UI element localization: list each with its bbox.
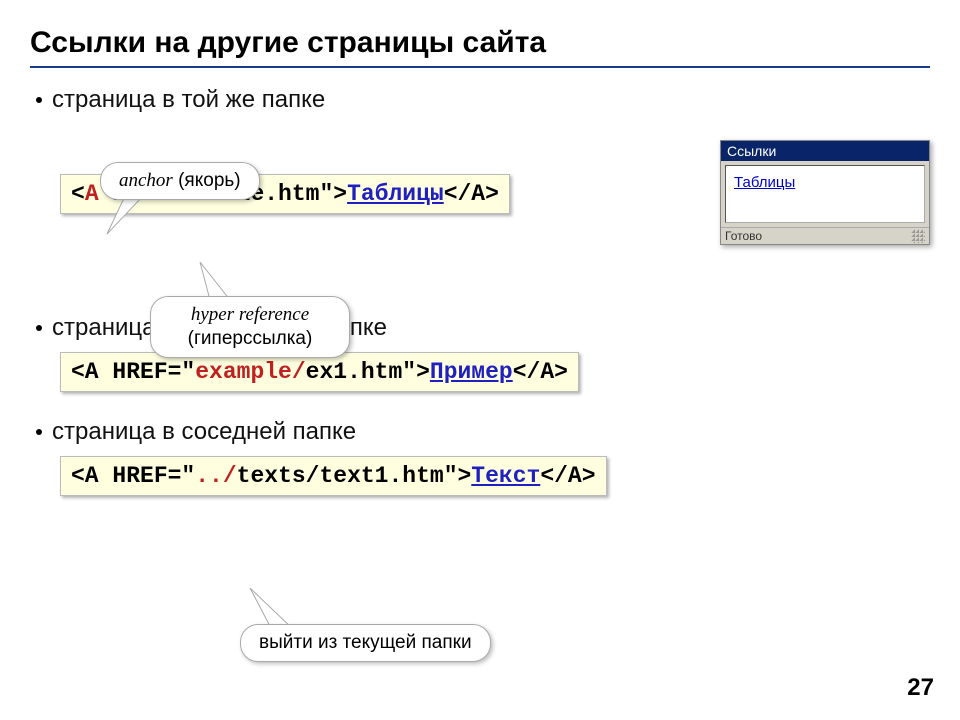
- browser-titlebar: Ссылки: [721, 141, 929, 161]
- callout-href-word: hyper reference: [169, 303, 331, 327]
- browser-statusbar: Готово: [721, 227, 929, 244]
- callout-anchor-translation: (якорь): [173, 170, 241, 191]
- code-open: <A HREF=": [71, 359, 195, 385]
- bullet-sibling-folder: страница в соседней папке: [36, 418, 930, 446]
- callout-anchor-tail-icon: [95, 196, 155, 236]
- resize-grip-icon: [911, 229, 925, 243]
- bullet-dot-icon: [36, 325, 42, 331]
- bullet-dot-icon: [36, 429, 42, 435]
- callout-dotdot-text: выйти из текущей папки: [259, 632, 472, 653]
- bullet-same-folder: страница в той же папке: [36, 86, 930, 114]
- code-close-tag: </A>: [444, 181, 499, 207]
- callout-dotdot: выйти из текущей папки: [240, 624, 491, 662]
- bullet-text: страница в соседней папке: [52, 418, 356, 446]
- code-link-text: Текст: [471, 463, 540, 489]
- code-folder-path: example/: [195, 359, 305, 385]
- code-example-3: <A HREF="../texts/text1.htm">Текст</A>: [60, 456, 607, 496]
- code-example-2: <A HREF="example/ex1.htm">Пример</A>: [60, 352, 579, 392]
- bullet-text: страница в той же папке: [52, 86, 325, 114]
- code-rest: texts/text1.htm">: [237, 463, 472, 489]
- callout-anchor-word: anchor: [119, 170, 173, 191]
- browser-status-text: Готово: [725, 229, 762, 243]
- code-link-text: Пример: [430, 359, 513, 385]
- code-dotdot: ../: [195, 463, 236, 489]
- callout-href-translation: (гиперссылка): [169, 327, 331, 351]
- bullet-dot-icon: [36, 97, 42, 103]
- page-number: 27: [907, 674, 934, 702]
- code-close-tag: </A>: [540, 463, 595, 489]
- code-open: <A HREF=": [71, 463, 195, 489]
- callout-href: hyper reference (гиперссылка): [150, 296, 350, 358]
- callout-anchor: anchor (якорь): [100, 162, 260, 200]
- browser-link[interactable]: Таблицы: [734, 174, 795, 191]
- code-bracket: <: [71, 181, 85, 207]
- browser-window-mock: Ссылки Таблицы Готово: [720, 140, 930, 245]
- code-close-tag: </A>: [513, 359, 568, 385]
- title-divider: [30, 66, 930, 68]
- code-rest: ex1.htm">: [306, 359, 430, 385]
- browser-viewport: Таблицы: [725, 165, 925, 223]
- code-link-text: Таблицы: [347, 181, 444, 207]
- slide-title: Ссылки на другие страницы сайта: [30, 26, 930, 60]
